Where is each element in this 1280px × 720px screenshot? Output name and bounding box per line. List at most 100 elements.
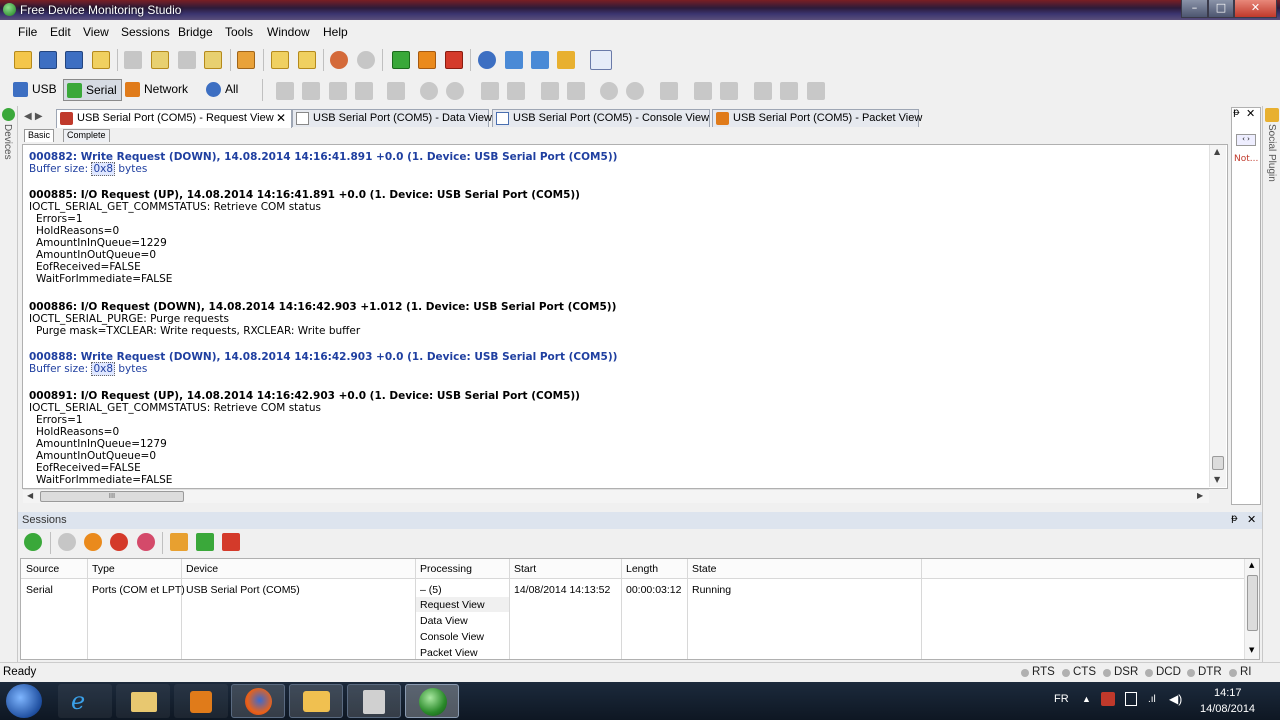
save-icon[interactable]	[39, 51, 57, 69]
tab-data-view[interactable]: USB Serial Port (COM5) - Data View	[292, 109, 492, 127]
battery-icon[interactable]	[1125, 692, 1137, 706]
column-header-processing[interactable]: Processing	[420, 563, 472, 575]
windows-icon[interactable]	[531, 51, 549, 69]
tab-complete[interactable]: Complete	[63, 129, 110, 142]
devices-side-panel[interactable]: Devices	[0, 106, 18, 662]
sessions-grid[interactable]: Source Type Device Processing Start Leng…	[20, 558, 1260, 660]
session-delete-icon[interactable]	[222, 533, 240, 551]
scroll-h-thumb[interactable]: III	[40, 491, 184, 502]
scroll-thumb[interactable]	[1212, 456, 1224, 470]
tab-packet-view[interactable]: USB Serial Port (COM5) - Packet View	[712, 109, 922, 127]
sort-icon[interactable]	[507, 82, 525, 100]
maximize-button[interactable]: □	[1208, 0, 1234, 18]
column-header-state[interactable]: State	[692, 563, 717, 575]
group-icon[interactable]	[600, 82, 618, 100]
window-icon[interactable]	[505, 51, 523, 69]
processing-console-view[interactable]: Console View	[420, 631, 484, 643]
file-explorer-icon[interactable]	[116, 684, 170, 718]
sessions-scrollbar[interactable]: ▲ ▼	[1244, 559, 1259, 659]
check-icon[interactable]	[330, 51, 348, 69]
scroll-left-icon[interactable]: ◀	[27, 491, 33, 500]
ungroup-icon[interactable]	[626, 82, 644, 100]
menu-bridge[interactable]: Bridge	[178, 25, 213, 39]
export-all-icon[interactable]	[780, 82, 798, 100]
log-vertical-scrollbar[interactable]: ▲ ▼	[1209, 145, 1226, 487]
processing-request-view[interactable]: Request View	[420, 599, 485, 611]
request-log[interactable]: 000882: Write Request (DOWN), 14.08.2014…	[22, 144, 1228, 489]
column-header-type[interactable]: Type	[92, 563, 115, 575]
export-selected-icon[interactable]	[807, 82, 825, 100]
usb-filter-button[interactable]: USB	[10, 79, 61, 101]
chart-icon[interactable]	[694, 82, 712, 100]
find-next-icon[interactable]	[298, 51, 316, 69]
session-stop-icon[interactable]	[110, 533, 128, 551]
session-play-icon[interactable]	[58, 533, 76, 551]
close-button[interactable]: ✕	[1234, 0, 1277, 18]
new-file-icon[interactable]	[14, 51, 32, 69]
scroll-down-icon[interactable]: ▼	[1214, 475, 1220, 484]
scroll-right-icon[interactable]: ▶	[1197, 491, 1203, 500]
layout-split-icon[interactable]	[567, 82, 585, 100]
row-processing[interactable]: – (5)	[420, 584, 442, 596]
signal-icon[interactable]: .ıl	[1148, 694, 1156, 705]
select-down-icon[interactable]	[329, 82, 347, 100]
export-icon[interactable]	[92, 51, 110, 69]
social-side-panel[interactable]: Social Plugin	[1262, 106, 1280, 662]
sessions-scroll-up-icon[interactable]: ▲	[1249, 561, 1254, 569]
paste-special-icon[interactable]	[204, 51, 222, 69]
close-tab-icon[interactable]: ✕	[276, 111, 286, 125]
menu-view[interactable]: View	[83, 25, 109, 39]
firefox-icon[interactable]	[231, 684, 285, 718]
start-icon[interactable]	[392, 51, 410, 69]
column-header-start[interactable]: Start	[514, 563, 536, 575]
properties-icon[interactable]	[237, 51, 255, 69]
save-all-icon[interactable]	[65, 51, 83, 69]
select-icon[interactable]	[276, 82, 294, 100]
select-all-icon[interactable]	[302, 82, 320, 100]
column-header-length[interactable]: Length	[626, 563, 658, 575]
clock-date[interactable]: 14/08/2014	[1200, 703, 1255, 715]
menu-help[interactable]: Help	[323, 25, 348, 39]
session-add-icon[interactable]	[196, 533, 214, 551]
device-manager-icon[interactable]	[347, 684, 401, 718]
session-start-icon[interactable]	[24, 533, 42, 551]
show-hidden-icons-icon[interactable]: ▲	[1082, 694, 1091, 704]
plugin-icon[interactable]	[557, 51, 575, 69]
menu-window[interactable]: Window	[267, 25, 310, 39]
processing-packet-view[interactable]: Packet View	[420, 647, 478, 659]
mail-icon[interactable]	[289, 684, 343, 718]
paste-icon[interactable]	[178, 51, 196, 69]
graph-icon[interactable]	[660, 82, 678, 100]
pin-icon[interactable]: ᵽ	[1233, 107, 1240, 118]
copy-icon[interactable]	[151, 51, 169, 69]
menu-sessions[interactable]: Sessions	[121, 25, 170, 39]
cut-icon[interactable]	[124, 51, 142, 69]
action-center-icon[interactable]	[1101, 692, 1115, 706]
monitoring-studio-taskbar-icon[interactable]	[405, 684, 459, 718]
tab-console-view[interactable]: USB Serial Port (COM5) - Console View	[492, 109, 710, 127]
layout-icon[interactable]	[541, 82, 559, 100]
session-properties-icon[interactable]	[170, 533, 188, 551]
select-up-icon[interactable]	[355, 82, 373, 100]
chart-alt-icon[interactable]	[720, 82, 738, 100]
tab-basic[interactable]: Basic	[24, 129, 55, 142]
menu-file[interactable]: File	[18, 25, 37, 39]
back-icon[interactable]	[420, 82, 438, 100]
uncheck-icon[interactable]	[357, 51, 375, 69]
serial-filter-button[interactable]: Serial	[63, 79, 122, 101]
filter-icon[interactable]	[481, 82, 499, 100]
start-button-icon[interactable]	[6, 684, 42, 718]
pause-icon[interactable]	[418, 51, 436, 69]
minimize-button[interactable]: –	[1181, 0, 1208, 18]
session-remove-icon[interactable]	[137, 533, 155, 551]
column-header-device[interactable]: Device	[186, 563, 218, 575]
clock-time[interactable]: 14:17	[1214, 687, 1242, 699]
network-filter-button[interactable]: Network	[122, 79, 192, 101]
processing-data-view[interactable]: Data View	[420, 615, 468, 627]
export-data-icon[interactable]	[754, 82, 772, 100]
script-icon[interactable]	[590, 50, 612, 70]
menu-tools[interactable]: Tools	[225, 25, 253, 39]
language-indicator[interactable]: FR	[1054, 693, 1069, 705]
close-panel-icon[interactable]: ✕	[1246, 107, 1255, 120]
column-header-source[interactable]: Source	[26, 563, 59, 575]
